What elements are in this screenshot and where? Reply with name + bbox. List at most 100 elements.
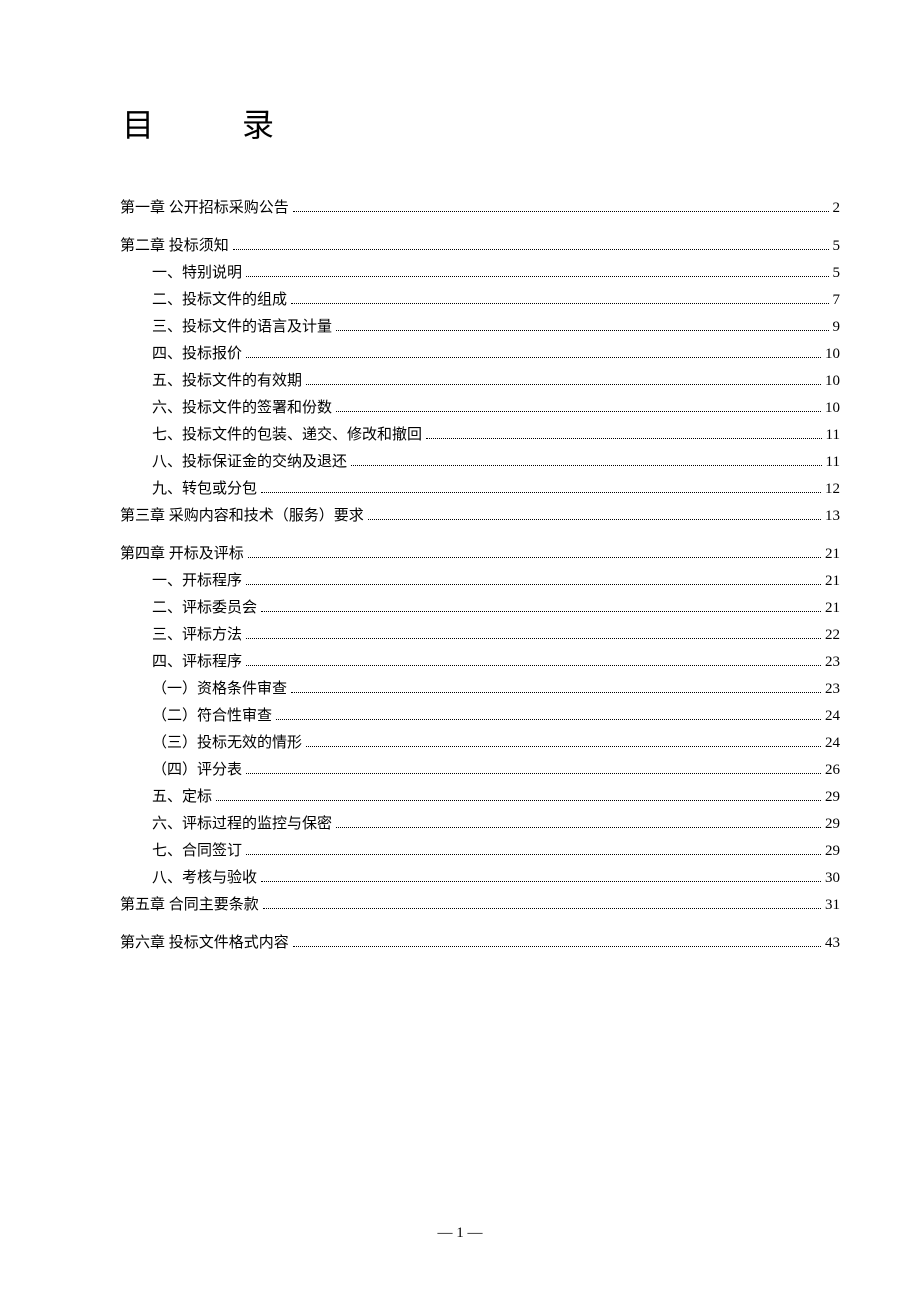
toc-label: 八、考核与验收 (152, 866, 257, 890)
toc-leader-dots (368, 519, 821, 520)
toc-page-number: 22 (825, 623, 840, 647)
toc-label: 六、投标文件的签署和份数 (152, 396, 332, 420)
toc-label: 四、投标报价 (152, 342, 242, 366)
toc-entry: 八、投标保证金的交纳及退还11 (120, 450, 840, 474)
toc-leader-dots (246, 773, 821, 774)
toc-label: 第一章 公开招标采购公告 (120, 196, 289, 220)
toc-label: 五、投标文件的有效期 (152, 369, 302, 393)
toc-leader-dots (293, 211, 829, 212)
toc-leader-dots (306, 746, 821, 747)
toc-leader-dots (336, 330, 828, 331)
toc-entry: （三）投标无效的情形 24 (120, 731, 840, 755)
toc-entry: 九、转包或分包 12 (120, 477, 840, 501)
toc-entry: 一、特别说明 5 (120, 261, 840, 285)
toc-leader-dots (261, 492, 821, 493)
toc-entry: （一）资格条件审查 23 (120, 677, 840, 701)
page-footer: — 1 — (0, 1225, 920, 1242)
toc-label: 三、投标文件的语言及计量 (152, 315, 332, 339)
toc-leader-dots (293, 946, 821, 947)
toc-leader-dots (246, 276, 828, 277)
toc-entry: 八、考核与验收 30 (120, 866, 840, 890)
toc-page-number: 10 (825, 342, 840, 366)
toc-label: 第四章 开标及评标 (120, 542, 244, 566)
toc-entry: 第六章 投标文件格式内容43 (120, 931, 840, 955)
toc-entry: 第四章 开标及评标 21 (120, 542, 840, 566)
toc-leader-dots (336, 411, 821, 412)
toc-page-number: 30 (825, 866, 840, 890)
toc-label: 七、投标文件的包装、递交、修改和撤回 (152, 423, 422, 447)
toc-label: 二、评标委员会 (152, 596, 257, 620)
toc-entry: 五、投标文件的有效期 10 (120, 369, 840, 393)
page-title: 目 录 (120, 100, 840, 146)
toc-label: 九、转包或分包 (152, 477, 257, 501)
toc-entry: 第二章 投标须知 5 (120, 234, 840, 258)
toc-label: （二）符合性审查 (152, 704, 272, 728)
document-page: 目 录 第一章 公开招标采购公告2 第二章 投标须知 5 一、特别说明 5 二、投标文件的… (0, 0, 920, 1018)
toc-label: 四、评标程序 (152, 650, 242, 674)
toc-label: 第六章 投标文件格式内容 (120, 931, 289, 955)
toc-page-number: 5 (833, 261, 841, 285)
toc-label: （四）评分表 (152, 758, 242, 782)
toc-label: 八、投标保证金的交纳及退还 (152, 450, 347, 474)
toc-page-number: 23 (825, 677, 840, 701)
toc-page-number: 11 (826, 423, 840, 447)
toc-page-number: 10 (825, 396, 840, 420)
toc-page-number: 24 (825, 704, 840, 728)
toc-label: 五、定标 (152, 785, 212, 809)
toc-leader-dots (216, 800, 821, 801)
toc-page-number: 5 (833, 234, 841, 258)
toc-entry: 四、投标报价 10 (120, 342, 840, 366)
toc-leader-dots (246, 357, 821, 358)
toc-leader-dots (291, 303, 828, 304)
toc-leader-dots (246, 638, 821, 639)
toc-leader-dots (426, 438, 822, 439)
toc-page-number: 10 (825, 369, 840, 393)
toc-leader-dots (291, 692, 821, 693)
toc-label: 七、合同签订 (152, 839, 242, 863)
toc-entry: （二）符合性审查 24 (120, 704, 840, 728)
toc-page-number: 29 (825, 812, 840, 836)
toc-page-number: 12 (825, 477, 840, 501)
toc-entry: 第三章 采购内容和技术（服务）要求13 (120, 504, 840, 528)
toc-leader-dots (351, 465, 822, 466)
toc-label: 第五章 合同主要条款 (120, 893, 259, 917)
toc-entry: 四、评标程序 23 (120, 650, 840, 674)
toc-entry: 五、定标29 (120, 785, 840, 809)
toc-entry: 第五章 合同主要条款 31 (120, 893, 840, 917)
toc-leader-dots (246, 854, 821, 855)
toc-entry: 六、评标过程的监控与保密29 (120, 812, 840, 836)
toc-leader-dots (248, 557, 821, 558)
toc-page-number: 26 (825, 758, 840, 782)
toc-leader-dots (246, 665, 821, 666)
toc-entry: 三、评标方法 22 (120, 623, 840, 647)
toc-label: 三、评标方法 (152, 623, 242, 647)
toc-page-number: 21 (825, 542, 840, 566)
toc-page-number: 9 (833, 315, 841, 339)
toc-page-number: 24 (825, 731, 840, 755)
toc-label: 二、投标文件的组成 (152, 288, 287, 312)
toc-leader-dots (261, 611, 821, 612)
toc-page-number: 29 (825, 839, 840, 863)
toc-entry: 七、投标文件的包装、递交、修改和撤回 11 (120, 423, 840, 447)
toc-page-number: 23 (825, 650, 840, 674)
toc-label: 一、特别说明 (152, 261, 242, 285)
toc-entry: 第一章 公开招标采购公告2 (120, 196, 840, 220)
toc-entry: 六、投标文件的签署和份数 10 (120, 396, 840, 420)
toc-label: 一、开标程序 (152, 569, 242, 593)
toc-page-number: 31 (825, 893, 840, 917)
toc-leader-dots (261, 881, 821, 882)
toc-label: 第二章 投标须知 (120, 234, 229, 258)
toc-entry: 二、评标委员会21 (120, 596, 840, 620)
table-of-contents: 第一章 公开招标采购公告2 第二章 投标须知 5 一、特别说明 5 二、投标文件的组成 7 三… (120, 196, 840, 955)
toc-page-number: 7 (833, 288, 841, 312)
toc-leader-dots (306, 384, 821, 385)
toc-entry: 三、投标文件的语言及计量 9 (120, 315, 840, 339)
toc-label: （一）资格条件审查 (152, 677, 287, 701)
toc-leader-dots (276, 719, 821, 720)
toc-label: （三）投标无效的情形 (152, 731, 302, 755)
toc-label: 第三章 采购内容和技术（服务）要求 (120, 504, 364, 528)
toc-leader-dots (336, 827, 821, 828)
toc-page-number: 21 (825, 569, 840, 593)
toc-leader-dots (246, 584, 821, 585)
toc-leader-dots (233, 249, 829, 250)
